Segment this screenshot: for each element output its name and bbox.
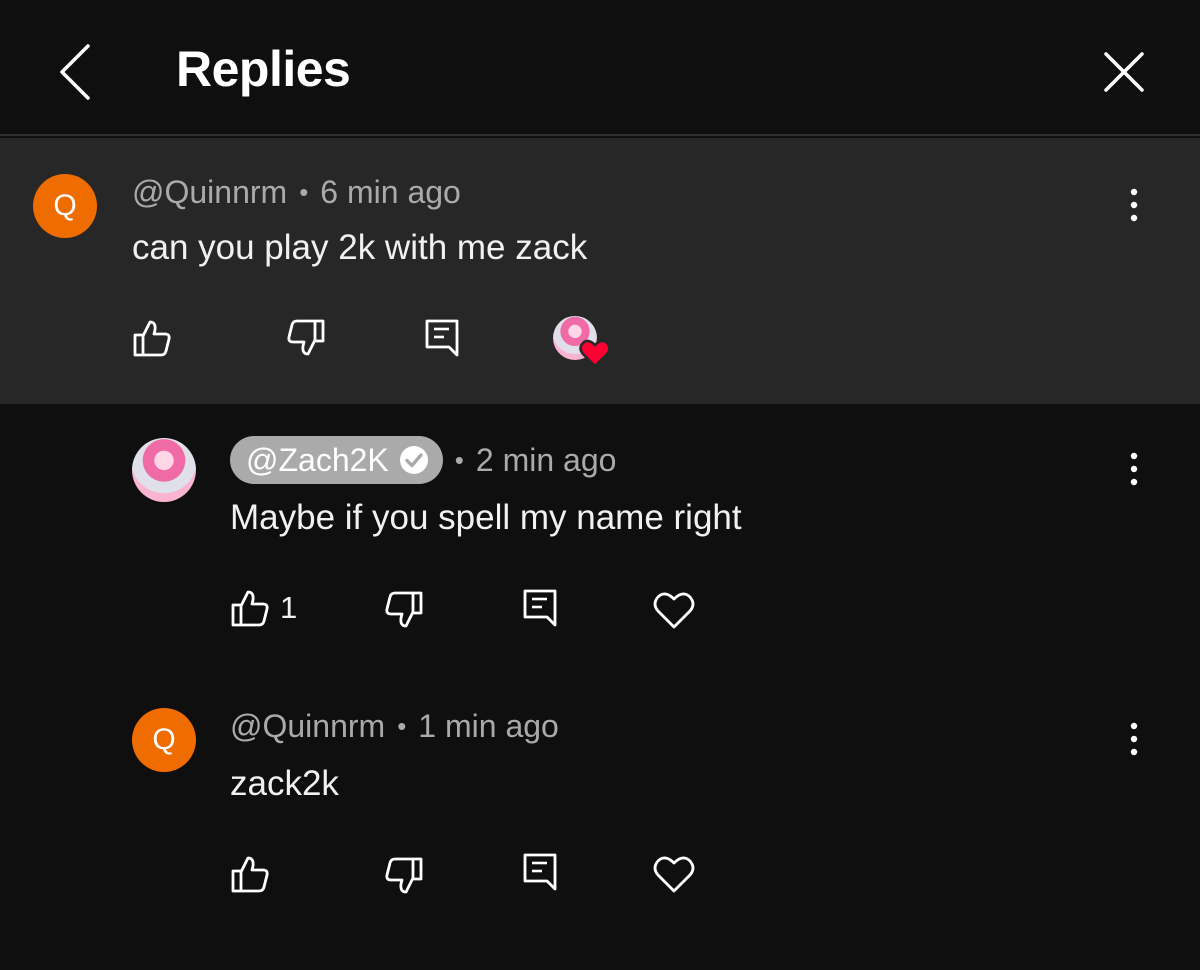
- page-title: Replies: [176, 41, 351, 97]
- more-vertical-icon: [1130, 188, 1138, 222]
- header: Replies: [0, 0, 1200, 136]
- comment-text: zack2k: [230, 764, 339, 803]
- avatar[interactable]: Q: [132, 708, 196, 772]
- reply-comment-icon: [523, 853, 557, 891]
- heart-button[interactable]: [652, 590, 696, 630]
- reply-button[interactable]: [424, 318, 460, 358]
- comment-meta: @Quinnrm • 6 min ago: [132, 174, 461, 211]
- heart-filled-icon: [579, 339, 611, 368]
- like-button[interactable]: [132, 318, 182, 358]
- meta-separator: •: [299, 177, 309, 207]
- creator-handle-chip[interactable]: @Zach2K: [230, 436, 443, 484]
- like-button[interactable]: [230, 854, 280, 894]
- thumbs-down-icon: [287, 319, 325, 356]
- verified-check-icon: [399, 446, 428, 474]
- comment-handle[interactable]: @Quinnrm: [132, 174, 287, 211]
- parent-comment: Q @Quinnrm • 6 min ago can you play 2k w…: [0, 138, 1200, 404]
- dislike-button[interactable]: [286, 318, 326, 358]
- more-vertical-icon: [1130, 452, 1138, 486]
- comment-time: 1 min ago: [418, 708, 559, 744]
- creator-heart-badge[interactable]: [553, 316, 617, 372]
- comment-time: 6 min ago: [320, 174, 461, 210]
- thumbs-up-icon: [133, 320, 171, 357]
- thumbs-down-icon: [385, 857, 423, 894]
- reply-comment: Q @Quinnrm • 1 min ago zack2k: [0, 670, 1200, 970]
- reply-button[interactable]: [522, 588, 558, 628]
- meta-separator: •: [397, 711, 407, 741]
- comment-text: can you play 2k with me zack: [132, 228, 588, 267]
- thumbs-down-icon: [385, 591, 423, 628]
- thumbs-up-icon: [231, 590, 269, 627]
- heart-button[interactable]: [652, 854, 696, 894]
- reply-comment-icon: [523, 589, 557, 627]
- like-button[interactable]: 1: [230, 588, 297, 628]
- close-button[interactable]: [1098, 48, 1150, 96]
- close-icon: [1104, 52, 1144, 92]
- reply-comment: @Zach2K • 2 min ago Maybe if you spell m…: [0, 404, 1200, 670]
- heart-outline-icon: [653, 592, 695, 629]
- comment-meta: @Zach2K • 2 min ago: [230, 436, 616, 484]
- more-options-button[interactable]: [1124, 450, 1144, 490]
- chevron-left-icon: [60, 44, 90, 100]
- reply-comment-icon: [425, 319, 459, 357]
- more-vertical-icon: [1130, 722, 1138, 756]
- comment-handle: @Zach2K: [246, 441, 389, 478]
- comment-handle[interactable]: @Quinnrm: [230, 708, 385, 745]
- dislike-button[interactable]: [384, 856, 424, 896]
- dislike-button[interactable]: [384, 590, 424, 630]
- more-options-button[interactable]: [1124, 186, 1144, 226]
- reply-button[interactable]: [522, 852, 558, 892]
- avatar-letter: Q: [53, 189, 77, 222]
- thumbs-up-icon: [231, 856, 269, 893]
- back-button[interactable]: [52, 40, 102, 104]
- avatar[interactable]: [132, 438, 196, 502]
- comment-meta: @Quinnrm • 1 min ago: [230, 708, 559, 745]
- heart-outline-icon: [653, 856, 695, 893]
- more-options-button[interactable]: [1124, 720, 1144, 760]
- comment-text: Maybe if you spell my name right: [230, 498, 742, 537]
- comment-time: 2 min ago: [475, 441, 617, 478]
- like-count: 1: [280, 590, 298, 625]
- avatar-letter: Q: [152, 723, 176, 756]
- meta-separator: •: [454, 444, 464, 475]
- avatar[interactable]: Q: [33, 174, 97, 238]
